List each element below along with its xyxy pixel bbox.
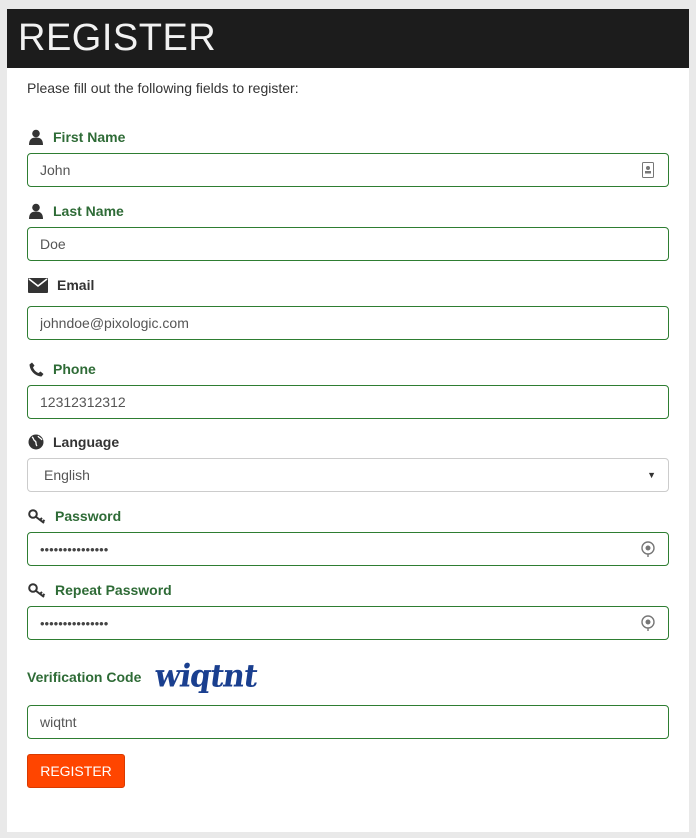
email-label: Email [27, 277, 94, 293]
dropdown-caret-icon[interactable]: ▼ [647, 470, 656, 480]
key-icon [27, 582, 47, 598]
last-name-label: Last Name [27, 203, 124, 219]
last-name-label-text: Last Name [53, 203, 124, 219]
language-label: Language [27, 434, 119, 450]
language-select[interactable]: English ▼ [27, 458, 669, 492]
user-icon [27, 129, 45, 145]
password-label: Password [27, 508, 121, 524]
envelope-icon [27, 277, 49, 293]
page-title: REGISTER [7, 9, 689, 68]
verification-code-input[interactable]: wiqtnt [27, 705, 669, 739]
email-value: johndoe@pixologic.com [40, 315, 189, 331]
phone-label-text: Phone [53, 361, 96, 377]
contact-card-icon[interactable] [640, 161, 656, 179]
password-reveal-icon[interactable] [640, 540, 656, 558]
captcha-image[interactable]: wiqtnt [153, 658, 260, 695]
email-input[interactable]: johndoe@pixologic.com [27, 306, 669, 340]
repeat-password-value: ••••••••••••••• [40, 615, 109, 631]
password-value: ••••••••••••••• [40, 541, 109, 557]
key-icon [27, 508, 47, 524]
verification-code-value: wiqtnt [40, 714, 77, 730]
first-name-value: John [40, 162, 71, 178]
repeat-password-label-text: Repeat Password [55, 582, 172, 598]
repeat-password-input[interactable]: ••••••••••••••• [27, 606, 669, 640]
password-label-text: Password [55, 508, 122, 524]
phone-input[interactable]: 12312312312 [27, 385, 669, 419]
password-input[interactable]: ••••••••••••••• [27, 532, 669, 566]
register-button[interactable]: REGISTER [27, 754, 125, 788]
verification-code-label: Verification Code [27, 669, 142, 685]
last-name-input[interactable]: Doe [27, 227, 669, 261]
repeat-password-label: Repeat Password [27, 582, 172, 598]
intro-text: Please fill out the following fields to … [27, 80, 299, 96]
last-name-value: Doe [40, 236, 66, 252]
language-label-text: Language [53, 434, 120, 450]
phone-icon [27, 361, 45, 377]
first-name-label-text: First Name [53, 129, 126, 145]
first-name-label: First Name [27, 129, 125, 145]
first-name-input[interactable]: John [27, 153, 669, 187]
language-selected-value: English [44, 467, 90, 483]
phone-label: Phone [27, 361, 96, 377]
password-reveal-icon[interactable] [640, 614, 656, 632]
phone-value: 12312312312 [40, 394, 126, 410]
globe-icon [27, 434, 45, 450]
verification-row: Verification Code wiqtnt [27, 658, 260, 695]
user-icon [27, 203, 45, 219]
email-label-text: Email [57, 277, 95, 293]
